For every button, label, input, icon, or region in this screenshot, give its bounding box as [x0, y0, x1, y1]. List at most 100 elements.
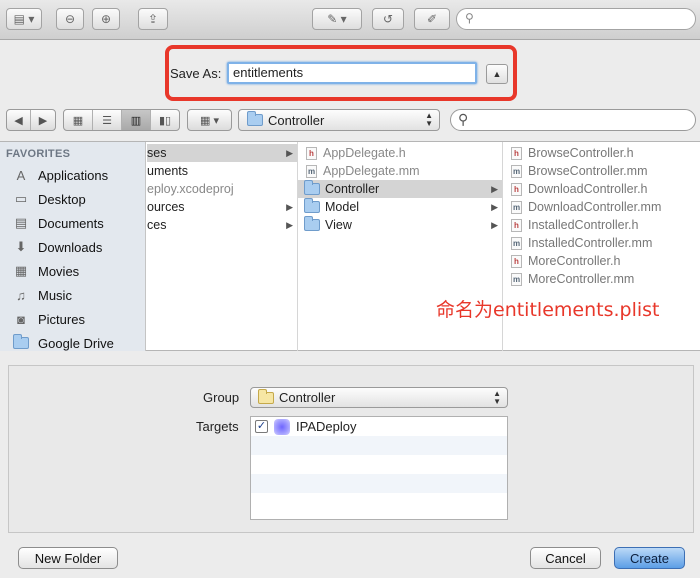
chevron-left-icon: ◀ — [14, 114, 23, 127]
forward-button[interactable]: ▶ — [31, 110, 55, 130]
window-toolbar: ▤ ▾ ⊖ ⊕ ⇪ ✎ ▾ ↺ ✐ ⚲ — [0, 0, 700, 40]
list-item[interactable]: Controller ▶ — [298, 180, 502, 198]
target-row[interactable]: ✓ IPADeploy — [251, 417, 507, 436]
list-item[interactable]: m MoreController.mm — [503, 270, 700, 288]
back-button[interactable]: ◀ — [7, 110, 31, 130]
sidebar-item-applications[interactable]: A Applications — [12, 164, 108, 186]
zoom-in-icon[interactable]: ⊕ — [92, 8, 120, 30]
edit-icon[interactable]: ✎ ▾ — [312, 8, 362, 30]
sidebar-item-desktop[interactable]: ▭ Desktop — [12, 188, 86, 210]
chevron-right-icon: ▶ — [286, 201, 293, 212]
movies-icon: ▦ — [14, 263, 28, 278]
list-item[interactable]: h InstalledController.h — [503, 216, 700, 234]
list-item[interactable]: ses ▶ — [147, 144, 297, 162]
item-label: Controller — [325, 182, 380, 196]
zoom-out-icon[interactable]: ⊖ — [56, 8, 84, 30]
list-item[interactable]: Model ▶ — [298, 198, 502, 216]
list-item[interactable]: m BrowseController.mm — [503, 162, 700, 180]
save-as-label: Save As: — [170, 66, 222, 81]
header-file-icon: h — [306, 146, 317, 160]
list-item[interactable]: m DownloadController.mm — [503, 198, 700, 216]
music-icon: ♫ — [16, 287, 26, 303]
header-file-icon: h — [511, 146, 522, 160]
arrange-button[interactable]: ▦ ▾ — [188, 110, 231, 130]
create-button[interactable]: Create — [614, 547, 685, 569]
list-item[interactable]: m AppDelegate.mm — [298, 162, 502, 180]
source-file-icon: m — [511, 200, 522, 214]
item-label: View — [325, 218, 352, 232]
item-label: eploy.xcodeproj — [147, 182, 234, 196]
list-item[interactable]: ources ▶ — [147, 198, 297, 216]
cover-flow-button[interactable]: ▮▯ — [151, 110, 179, 130]
location-label: Controller — [268, 112, 325, 128]
column-view-button[interactable]: ▥ — [122, 110, 151, 130]
annotation-text: 命名为entitlements.plist — [436, 299, 660, 321]
table-row — [251, 474, 507, 493]
sidebar-item-label: Desktop — [38, 191, 86, 207]
sidebar-toggle-icon[interactable]: ▤ ▾ — [6, 8, 42, 30]
sidebar-item-music[interactable]: ♫ Music — [12, 284, 72, 306]
folder-icon — [12, 334, 30, 351]
chevron-right-icon: ▶ — [491, 219, 498, 230]
targets-list: ✓ IPADeploy — [250, 416, 508, 520]
chevron-right-icon: ▶ — [286, 219, 293, 230]
group-popup[interactable]: Controller ▲ ▼ — [250, 387, 508, 408]
pictures-icon: ◙ — [17, 311, 25, 327]
save-as-input[interactable]: entitlements — [227, 62, 477, 84]
sidebar-item-label: Google Drive — [38, 335, 114, 351]
icon-view-button[interactable]: ▦ — [64, 110, 93, 130]
sidebar-item-pictures[interactable]: ◙ Pictures — [12, 308, 85, 330]
search-input[interactable]: ⚲ — [450, 109, 696, 131]
sidebar-item-label: Music — [38, 287, 72, 303]
view-mode-control[interactable]: ▦ ☰ ▥ ▮▯ — [63, 109, 180, 131]
grid-icon: ▦ — [72, 114, 84, 127]
list-item[interactable]: h BrowseController.h — [503, 144, 700, 162]
list-item[interactable]: h DownloadController.h — [503, 180, 700, 198]
source-file-icon: m — [306, 164, 317, 178]
app-icon — [274, 418, 290, 435]
list-item[interactable]: m InstalledController.mm — [503, 234, 700, 252]
chevron-up-icon: ▲ — [492, 69, 502, 79]
targets-label: Targets — [196, 419, 239, 434]
group-value: Controller — [279, 390, 336, 405]
list-item[interactable]: eploy.xcodeproj — [147, 180, 297, 198]
target-checkbox[interactable]: ✓ — [255, 420, 268, 433]
new-folder-button[interactable]: New Folder — [18, 547, 118, 569]
undo-icon[interactable]: ↺ — [372, 8, 404, 30]
updown-arrows-icon: ▲ ▼ — [425, 111, 433, 128]
item-label: MoreController.h — [528, 254, 621, 268]
item-label: AppDelegate.h — [323, 146, 406, 160]
list-view-button[interactable]: ☰ — [93, 110, 122, 130]
folder-icon — [258, 388, 274, 404]
sidebar-item-google-drive[interactable]: Google Drive — [12, 332, 114, 354]
columns-icon: ▥ — [130, 114, 142, 127]
sidebar-item-movies[interactable]: ▦ Movies — [12, 260, 79, 282]
sidebar-heading: FAVORITES — [6, 148, 71, 160]
updown-arrows-icon: ▲ ▼ — [493, 389, 501, 406]
arrange-icon: ▦ ▾ — [200, 114, 219, 127]
item-label: ources — [147, 200, 185, 214]
toolbar-search-input[interactable]: ⚲ — [456, 8, 696, 30]
sidebar-item-label: Pictures — [38, 311, 85, 327]
chevron-right-icon: ▶ — [491, 183, 498, 194]
expand-toggle-button[interactable]: ▲ — [486, 64, 508, 84]
list-item[interactable]: View ▶ — [298, 216, 502, 234]
list-item[interactable]: h MoreController.h — [503, 252, 700, 270]
item-label: DownloadController.h — [528, 182, 648, 196]
location-popup[interactable]: Controller ▲ ▼ — [238, 109, 440, 131]
annotate-icon[interactable]: ✐ — [414, 8, 450, 30]
applications-icon: A — [16, 167, 26, 183]
item-label: uments — [147, 164, 188, 178]
cancel-button[interactable]: Cancel — [530, 547, 601, 569]
item-label: Model — [325, 200, 360, 214]
source-file-icon: m — [511, 236, 522, 250]
arrange-control[interactable]: ▦ ▾ — [187, 109, 232, 131]
back-forward-control[interactable]: ◀ ▶ — [6, 109, 56, 131]
list-item[interactable]: uments — [147, 162, 297, 180]
list-item[interactable]: h AppDelegate.h — [298, 144, 502, 162]
sidebar-item-documents[interactable]: ▤ Documents — [12, 212, 104, 234]
sidebar-item-downloads[interactable]: ⬇ Downloads — [12, 236, 103, 258]
share-icon[interactable]: ⇪ — [138, 8, 168, 30]
list-item[interactable]: ces ▶ — [147, 216, 297, 234]
table-row — [251, 436, 507, 455]
